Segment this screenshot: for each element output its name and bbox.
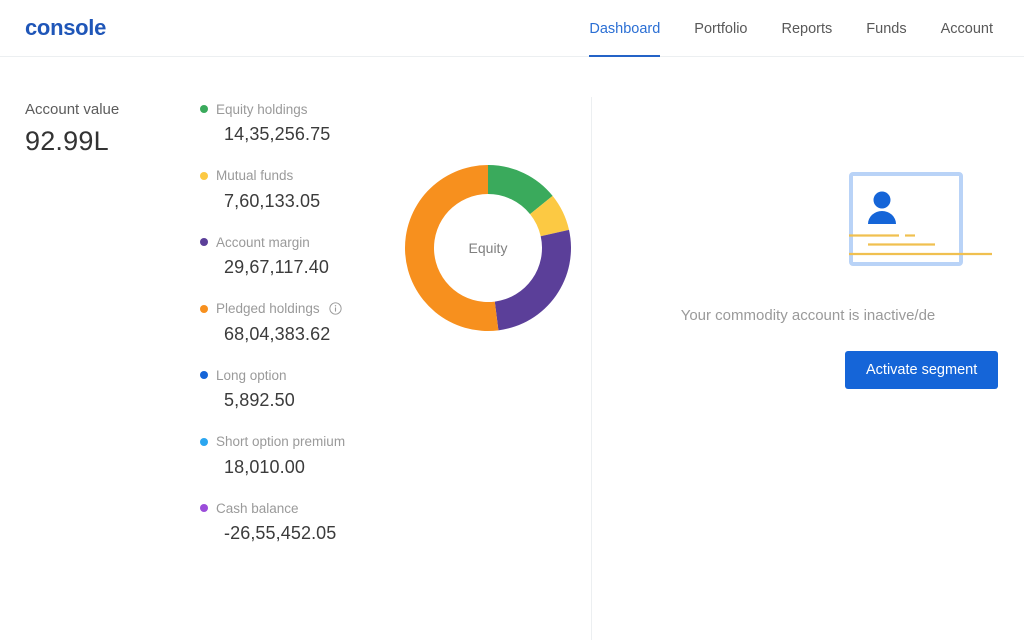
app-header: console Dashboard Portfolio Reports Fund…	[0, 0, 1024, 57]
donut-svg	[404, 165, 571, 331]
legend-item-equity-holdings: Equity holdings 14,35,256.75	[200, 101, 400, 145]
legend-label: Account margin	[216, 234, 310, 250]
holdings-donut-chart: Equity	[400, 160, 576, 336]
color-dot-icon	[200, 504, 208, 512]
legend-label: Long option	[216, 367, 287, 383]
color-dot-icon	[200, 105, 208, 113]
dashboard-content: Account value 92.99L Equity holdings 14,…	[0, 57, 1024, 640]
color-dot-icon	[200, 238, 208, 246]
donut-segment[interactable]	[404, 165, 499, 331]
legend-header: Account margin	[200, 234, 400, 250]
legend-value: 29,67,117.40	[224, 257, 329, 277]
legend-item-pledged-holdings: Pledged holdings 68,04,383.62	[200, 301, 400, 345]
nav-item-funds[interactable]: Funds	[849, 0, 923, 57]
legend-header: Short option premium	[200, 434, 400, 450]
legend-value: 5,892.50	[224, 390, 295, 410]
legend-header: Cash balance	[200, 500, 400, 516]
legend-label: Short option premium	[216, 434, 346, 449]
nav-item-account[interactable]: Account	[924, 0, 1010, 57]
legend-label: Equity holdings	[216, 101, 308, 117]
info-circle-icon[interactable]	[328, 302, 342, 315]
legend-value: 18,010.00	[224, 456, 305, 477]
legend-label: Mutual funds	[216, 168, 294, 183]
nav-item-portfolio[interactable]: Portfolio	[677, 0, 764, 57]
account-value-amount: 92.99L	[25, 126, 109, 156]
legend-value: -26,55,452.05	[224, 523, 337, 543]
legend-label: Pledged holdings	[216, 301, 320, 316]
color-dot-icon	[200, 371, 208, 379]
color-dot-icon	[200, 304, 208, 313]
color-dot-icon	[200, 171, 208, 180]
nav-item-dashboard[interactable]: Dashboard	[572, 0, 677, 57]
legend-item-short-option-premium: Short option premium 18,010.00	[200, 434, 400, 478]
legend-header: Mutual funds	[200, 168, 400, 184]
legend-value: 14,35,256.75	[224, 124, 331, 144]
nav-label: Account	[940, 20, 993, 37]
brand-logo[interactable]: console	[25, 15, 106, 41]
account-value-label: Account value	[25, 101, 120, 118]
donut-segment[interactable]	[494, 229, 571, 331]
legend-header: Equity holdings	[200, 101, 400, 117]
color-dot-icon	[200, 437, 208, 446]
legend-item-mutual-funds: Mutual funds 7,60,133.05	[200, 168, 400, 212]
main-navigation: Dashboard Portfolio Reports Funds Accoun…	[572, 0, 1010, 57]
nav-item-reports[interactable]: Reports	[765, 0, 850, 57]
legend-value: 7,60,133.05	[224, 190, 321, 211]
legend-label: Cash balance	[216, 500, 299, 516]
legend-item-long-option: Long option 5,892.50	[200, 367, 400, 411]
nav-label: Portfolio	[694, 20, 748, 37]
commodity-promo-panel: Your commodity account is inactive/de Ac…	[592, 97, 1024, 640]
promo-message: Your commodity account is inactive/de	[680, 307, 936, 324]
nav-label: Funds	[866, 20, 907, 37]
legend-header: Long option	[200, 367, 400, 383]
legend-item-cash-balance: Cash balance -26,55,452.05	[200, 500, 400, 544]
holdings-legend: Equity holdings 14,35,256.75 Mutual fund…	[200, 101, 400, 567]
legend-header: Pledged holdings	[200, 301, 400, 317]
nav-label: Dashboard	[589, 20, 661, 37]
account-value-block: Account value 92.99L	[25, 101, 119, 157]
nav-label: Reports	[781, 20, 833, 37]
activate-segment-button[interactable]: Activate segment	[845, 351, 999, 389]
legend-item-account-margin: Account margin 29,67,117.40	[200, 234, 400, 278]
id-card-icon	[845, 172, 994, 269]
legend-value: 68,04,383.62	[224, 323, 331, 344]
